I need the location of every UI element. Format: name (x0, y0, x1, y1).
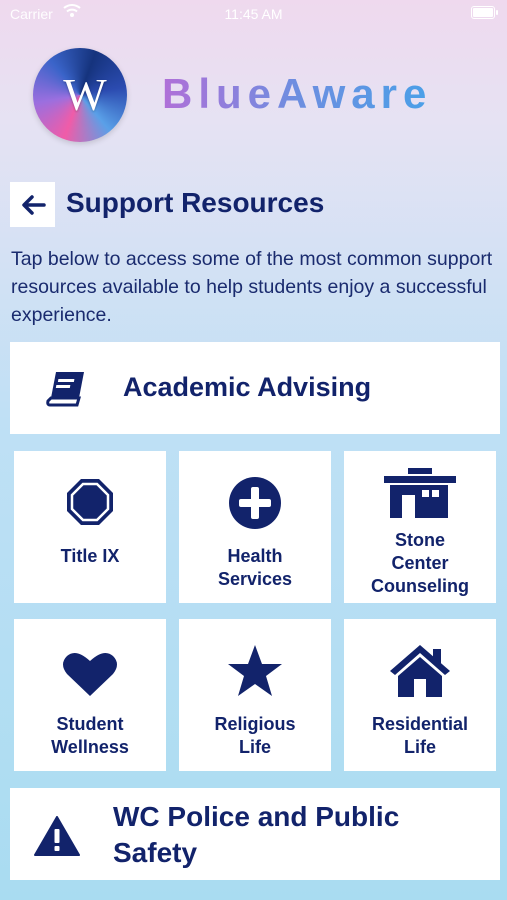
residential-life-tile[interactable]: Residential Life (344, 619, 496, 771)
intro-text: Tap below to access some of the most com… (11, 248, 493, 326)
stone-center-tile[interactable]: Stone Center Counseling (344, 451, 496, 603)
warning-icon (34, 816, 80, 856)
star-icon (228, 645, 282, 696)
student-wellness-label: Student Wellness (51, 714, 129, 757)
logo-monogram: W (63, 69, 106, 120)
health-services-label: Health Services (217, 546, 293, 589)
title-ix-label: Title IX (60, 546, 120, 566)
status-time: 11:45 AM (224, 6, 283, 22)
book-icon (46, 372, 84, 407)
student-wellness-tile[interactable]: Student Wellness (14, 619, 166, 771)
house-icon (390, 645, 450, 697)
battery-icon (471, 6, 498, 19)
police-safety-label: WC Police and Public Safety (113, 801, 400, 868)
plus-circle-icon (229, 477, 281, 529)
status-bar: Carrier 11:45 AM (0, 0, 507, 26)
app-logo: W (33, 48, 127, 142)
academic-advising-button[interactable]: Academic Advising (10, 342, 500, 434)
brand-title: BlueAware (162, 70, 433, 117)
back-button[interactable] (10, 182, 55, 227)
residential-life-label: Residential Life (371, 714, 469, 757)
arrow-left-icon (21, 194, 46, 215)
building-icon (384, 468, 456, 518)
health-services-tile[interactable]: Health Services (179, 451, 331, 603)
stone-center-label: Stone Center Counseling (371, 530, 469, 596)
page-title: Support Resources (66, 187, 325, 218)
religious-life-label: Religious Life (214, 714, 296, 757)
heart-icon (63, 652, 117, 696)
academic-advising-label: Academic Advising (123, 372, 372, 402)
title-ix-tile[interactable]: Title IX (14, 451, 166, 603)
police-safety-button[interactable]: WC Police and Public Safety (10, 788, 500, 880)
octagon-icon (67, 479, 113, 525)
religious-life-tile[interactable]: Religious Life (179, 619, 331, 771)
